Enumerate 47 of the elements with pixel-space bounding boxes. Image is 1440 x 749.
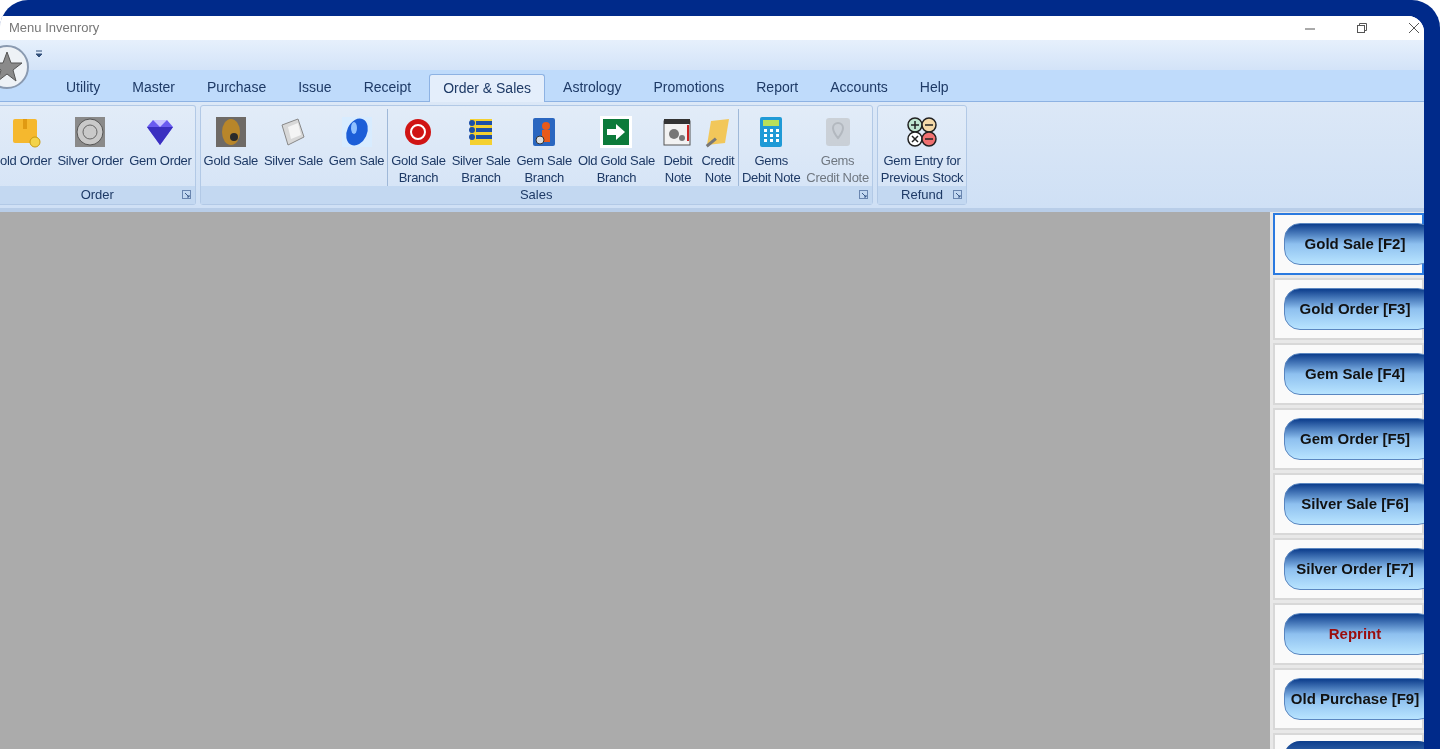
ribbon-tab[interactable]: Promotions	[637, 73, 741, 101]
ribbon-button[interactable]: Credit Note	[697, 109, 738, 186]
ribbon-tab[interactable]: Purchase	[191, 73, 283, 101]
close-icon[interactable]	[1408, 22, 1420, 34]
shortcut-button[interactable]: Gold Sale [F2]	[1284, 223, 1424, 265]
ribbon-button[interactable]: Old Gold Sale Branch	[574, 109, 658, 186]
shortcut-button[interactable]: Silver Order [F7]	[1284, 548, 1424, 590]
ribbon-tab[interactable]: Order & Sales	[429, 74, 546, 102]
dialog-launcher-icon[interactable]	[181, 190, 191, 199]
math-symbols-icon	[905, 115, 940, 149]
ribbon-tab[interactable]: Accounts	[814, 73, 904, 101]
ribbon-tab[interactable]: Utility	[50, 73, 117, 101]
ribbon-button[interactable]: Silver Order	[54, 109, 127, 186]
ribbon-button[interactable]: Gem Order	[126, 109, 195, 186]
ribbon-tab[interactable]: Receipt	[347, 73, 428, 101]
coin-icon	[73, 115, 108, 149]
gem-icon	[339, 115, 374, 149]
ribbon-tab[interactable]: Help	[903, 73, 965, 101]
shortcut-button[interactable]: Gem Order [F5]	[1284, 418, 1424, 460]
ribbon-button[interactable]: Gold Sale	[200, 109, 261, 186]
ribbon-tab[interactable]: Issue	[282, 73, 348, 101]
ribbon-button[interactable]: Silver Sale	[261, 109, 326, 186]
group-label: Sales	[519, 186, 553, 205]
ribbon-button[interactable]: Gold Sale Branch	[388, 109, 449, 186]
shortcut-button[interactable]: Reprint	[1284, 613, 1424, 655]
ribbon-tab[interactable]: Report	[740, 73, 815, 101]
dropdown-arrow-icon[interactable]	[35, 50, 43, 58]
ring-stone-icon	[213, 115, 248, 149]
ribbon-button[interactable]: Gem Sale	[325, 109, 388, 186]
ribbon-button[interactable]: Debit Note	[657, 109, 698, 186]
restore-icon[interactable]	[1356, 22, 1368, 34]
shortcut-button[interactable]: Gem Sale [F4]	[1284, 353, 1424, 395]
window-title: Menu Invenrory	[9, 19, 100, 38]
shortcut-button[interactable]: Gold Order [F3]	[1284, 288, 1424, 330]
shortcut-button[interactable]: Old Purchase [F9]	[1284, 678, 1424, 720]
group-label: Order	[80, 186, 114, 205]
ribbon-button[interactable]: Gem Sale Branch	[513, 109, 575, 186]
ribbon-button[interactable]: Gem Entry for Previous Stock	[877, 109, 967, 186]
ribbon-button[interactable]: Gems Debit Note	[738, 109, 804, 186]
dialog-launcher-icon[interactable]	[858, 190, 868, 199]
dialog-launcher-icon[interactable]	[953, 190, 963, 199]
ribbon-tab[interactable]: Astrology	[547, 73, 638, 101]
ribbon-tab[interactable]: Master	[116, 73, 192, 101]
ribbon-button[interactable]: Silver Sale Branch	[448, 109, 514, 186]
shortcut-button[interactable]: Silver Sale [F6]	[1284, 483, 1424, 525]
ribbon-button[interactable]: old Order	[0, 109, 55, 186]
group-label: Refund	[901, 186, 944, 205]
